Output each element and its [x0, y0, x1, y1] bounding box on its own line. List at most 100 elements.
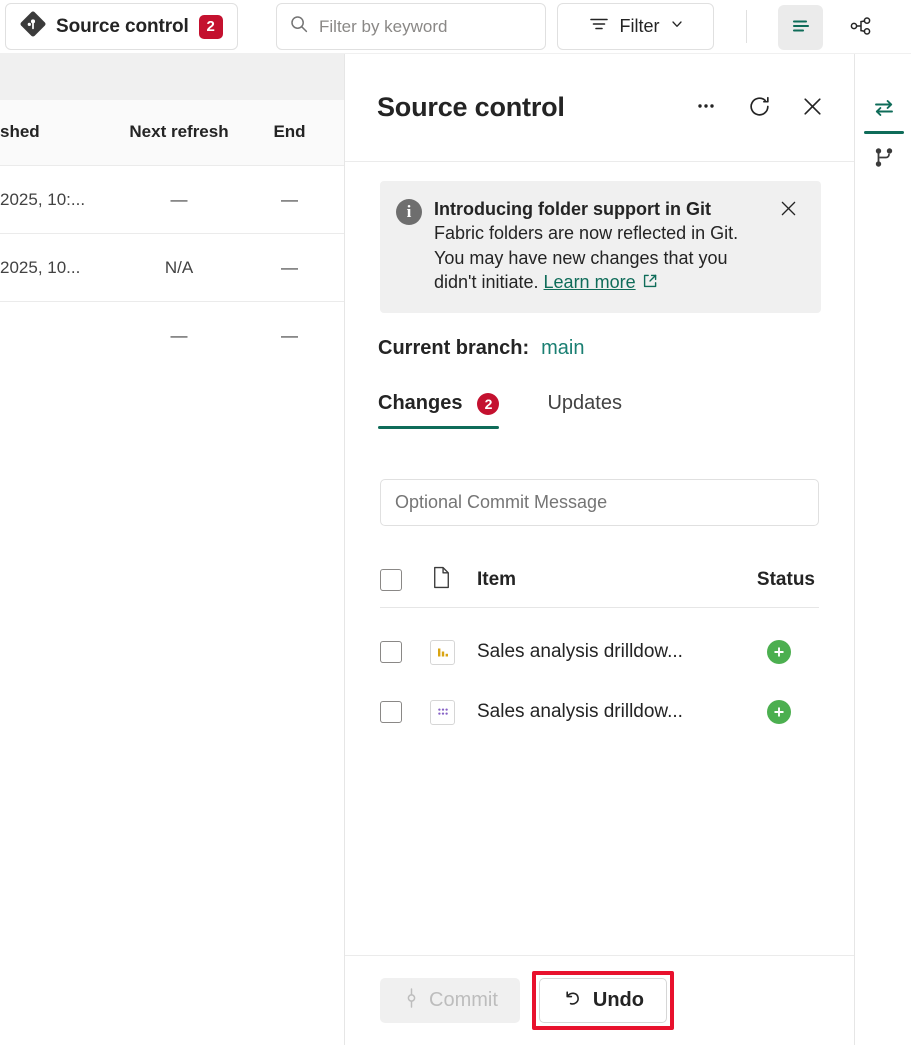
panel-footer: Commit Undo — [345, 955, 854, 1045]
select-all-checkbox[interactable] — [380, 569, 402, 591]
table-row: 2025, 10:... — — — [0, 166, 345, 234]
document-icon — [430, 565, 453, 595]
row-checkbox[interactable] — [380, 701, 402, 723]
background-header-bar — [0, 54, 345, 100]
lineage-share-icon — [848, 13, 874, 42]
background-table-header-row: shed Next refresh End — [0, 100, 345, 166]
cell-end: — — [281, 189, 298, 209]
rail-item-source-control[interactable] — [862, 87, 906, 134]
app-root: Source control 2 Filter by keyword Filte… — [0, 0, 911, 1045]
commit-message-input[interactable] — [380, 479, 819, 526]
table-row: 2025, 10... N/A — — [0, 234, 345, 302]
list-item[interactable]: Sales analysis drilldow... — [380, 630, 819, 674]
git-branch-icon — [870, 144, 898, 175]
git-logo-icon — [20, 11, 46, 42]
chevron-down-icon — [670, 17, 684, 36]
cell-end: — — [281, 257, 298, 277]
plus-circle-icon — [767, 640, 791, 664]
tab-updates[interactable]: Updates — [547, 392, 622, 429]
item-name: Sales analysis drilldow... — [477, 641, 683, 662]
current-branch-name[interactable]: main — [541, 337, 584, 360]
close-icon — [778, 198, 799, 224]
item-type-icon-cell — [430, 699, 477, 725]
refresh-icon — [747, 94, 772, 122]
search-input[interactable] — [319, 16, 533, 37]
info-icon: i — [396, 199, 422, 225]
search-field-wrapper[interactable] — [276, 3, 546, 50]
cell-next-refresh: — — [170, 189, 188, 209]
item-type-header-icon-cell — [430, 565, 477, 595]
tab-changes-label: Changes — [378, 392, 463, 414]
list-item[interactable]: Sales analysis drilldow... — [380, 690, 819, 734]
page-title: Source control — [377, 92, 565, 122]
cell-end: — — [281, 326, 298, 345]
row-checkbox-cell — [380, 641, 430, 663]
row-checkbox[interactable] — [380, 641, 402, 663]
column-header-next-refresh: Next refresh — [129, 122, 229, 142]
row-checkbox-cell — [380, 701, 430, 723]
item-status-cell — [739, 640, 819, 664]
search-icon — [289, 14, 309, 39]
rail-item-git-branch[interactable] — [862, 137, 906, 181]
commit-button[interactable]: Commit — [380, 978, 520, 1023]
plus-circle-icon — [767, 700, 791, 724]
source-control-label: Source control — [56, 15, 189, 37]
tab-updates-label: Updates — [547, 392, 622, 414]
info-banner-text: Introducing folder support in Git Fabric… — [434, 197, 764, 297]
right-rail — [856, 54, 911, 1045]
panel-header-actions — [688, 90, 830, 126]
dismiss-banner-button[interactable] — [776, 199, 800, 223]
undo-button[interactable]: Undo — [538, 978, 667, 1023]
close-icon — [800, 94, 825, 122]
items-table-header: Item Status — [380, 553, 819, 608]
table-row: — — — [0, 302, 345, 370]
info-banner: i Introducing folder support in Git Fabr… — [380, 181, 821, 313]
list-view-button[interactable] — [778, 5, 823, 50]
sync-arrows-icon — [870, 94, 898, 125]
undo-arrow-icon — [562, 987, 584, 1015]
learn-more-link[interactable]: Learn more — [544, 272, 636, 292]
column-header-item: Item — [477, 569, 517, 590]
toolbar-divider — [746, 10, 747, 43]
cell-next-refresh: — — [170, 326, 188, 345]
external-link-icon — [641, 272, 659, 296]
column-header-refreshed: shed — [0, 122, 40, 142]
panel-header: Source control — [345, 54, 854, 162]
list-view-icon — [789, 14, 813, 41]
filter-lines-icon — [588, 13, 610, 40]
select-all-checkbox-cell — [380, 569, 430, 591]
more-options-button[interactable] — [688, 90, 724, 126]
item-type-icon-cell — [430, 639, 477, 665]
commit-icon — [402, 987, 421, 1015]
report-chart-icon — [430, 639, 455, 665]
tab-changes[interactable]: Changes 2 — [378, 392, 500, 429]
source-control-button[interactable]: Source control 2 — [5, 3, 238, 50]
tab-changes-badge: 2 — [477, 392, 500, 415]
current-branch-row: Current branch: main — [378, 337, 584, 360]
background-table: shed Next refresh End 2025, 10:... — — 2… — [0, 100, 345, 370]
undo-label: Undo — [592, 989, 644, 1011]
info-banner-title-line2: Git — [686, 199, 711, 219]
item-name: Sales analysis drilldow... — [477, 701, 683, 722]
column-header-end: End — [273, 122, 306, 142]
close-panel-button[interactable] — [794, 90, 830, 126]
cell-refreshed: 2025, 10:... — [0, 189, 86, 209]
background-content-area: shed Next refresh End 2025, 10:... — — 2… — [0, 54, 345, 1045]
lineage-button[interactable] — [838, 5, 883, 50]
commit-label: Commit — [429, 989, 498, 1011]
cell-refreshed: 2025, 10... — [0, 257, 81, 277]
undo-highlight-box: Undo — [531, 971, 674, 1030]
filter-button[interactable]: Filter — [557, 3, 714, 50]
filter-label: Filter — [619, 16, 660, 36]
panel-tabs: Changes 2 Updates — [378, 392, 622, 429]
top-toolbar: Source control 2 Filter — [0, 0, 911, 54]
semantic-model-icon — [430, 699, 455, 725]
info-banner-title-line1: Introducing folder support in — [434, 199, 681, 219]
column-header-status: Status — [756, 569, 815, 590]
current-branch-label: Current branch: — [378, 337, 530, 359]
source-control-panel: Source control i Introducing folder supp… — [344, 54, 855, 1045]
refresh-button[interactable] — [741, 90, 777, 126]
cell-next-refresh: N/A — [164, 257, 194, 277]
source-control-badge: 2 — [198, 14, 223, 39]
ellipsis-icon — [694, 94, 718, 121]
